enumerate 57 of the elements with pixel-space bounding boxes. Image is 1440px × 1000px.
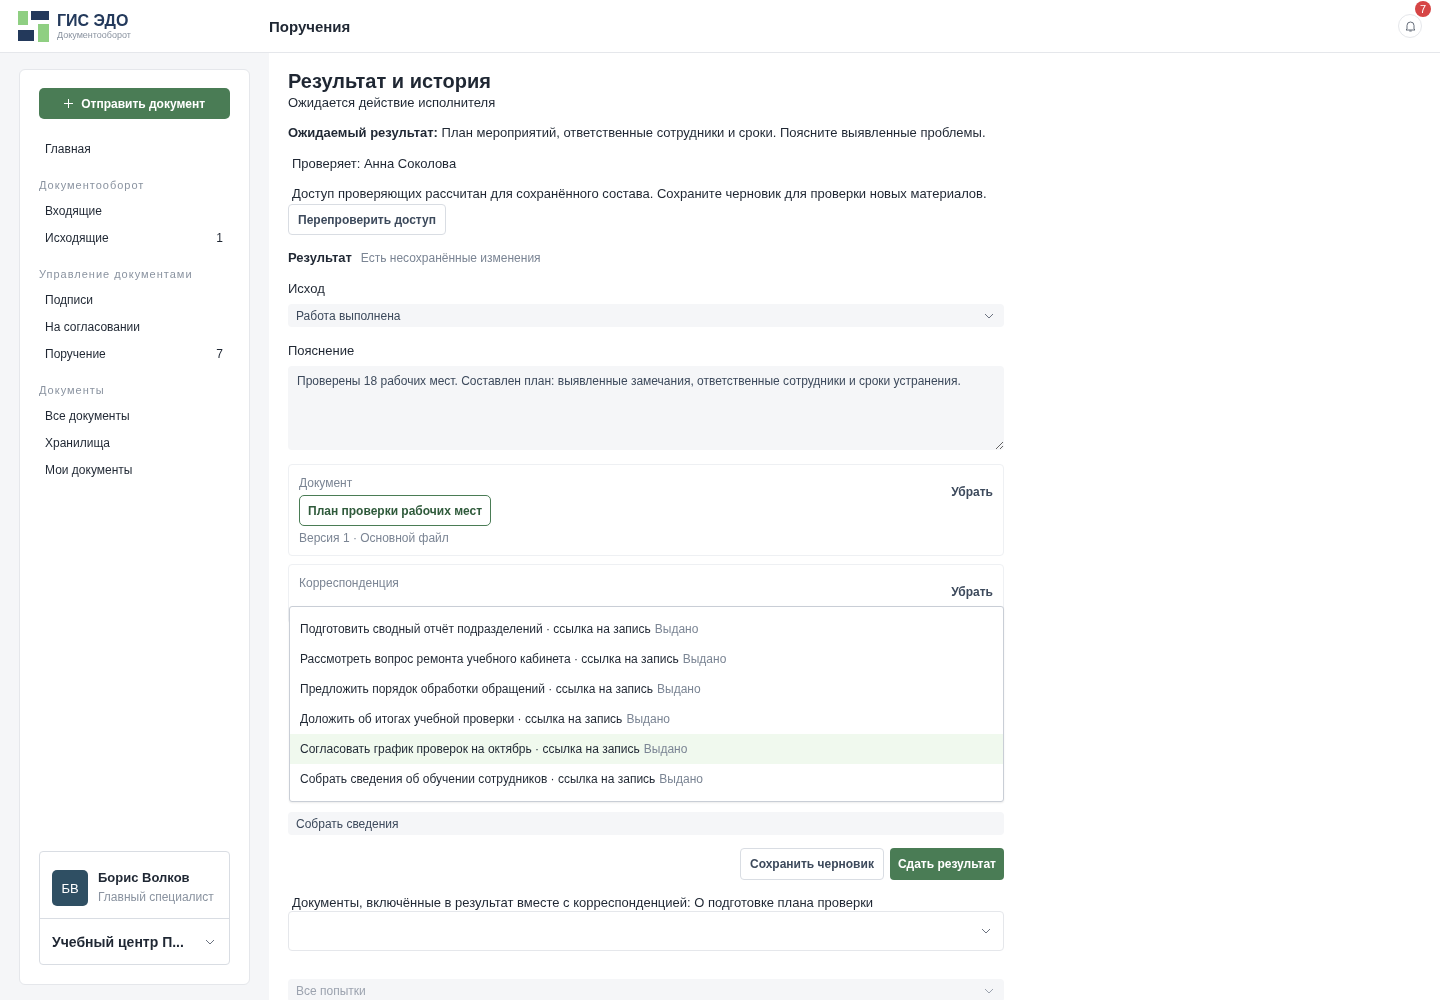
plus-icon [63, 98, 73, 108]
included-documents-label: Документы, включённые в результат вместе с корреспонденцией: О подготовке плана проверки [291, 895, 874, 910]
submit-result-button[interactable]: Сдать результат [889, 848, 1004, 880]
suggestion-item[interactable]: Подготовить сводный отчёт подразделений · ссылка на запись Выдано [290, 614, 1003, 644]
nav-item[interactable]: Подписи [39, 287, 230, 314]
outcome-select[interactable]: Работа выполнена [288, 304, 1004, 327]
nav-section-title: Документы [39, 383, 106, 398]
expected-result-text: Ожидаемый результат: План мероприятий, ответственные сотрудники и сроки. Поясните выявленные проблемы. [288, 125, 986, 140]
outcome-label: Исход [288, 281, 325, 296]
chevron-down-icon [981, 928, 991, 934]
suggestion-item[interactable]: Собрать сведения об обучении сотрудников · ссылка на запись Выдано [290, 764, 1003, 794]
notification-badge: 7 [1415, 1, 1431, 17]
attachment-label: Документ [299, 476, 353, 490]
nav-item[interactable]: Мои документы [39, 457, 230, 484]
search-field[interactable]: Собрать сведения [288, 812, 1004, 835]
nav-section-title: Документооборот [39, 178, 146, 193]
reviewer-text: Проверяет: Анна Соколова [291, 156, 457, 171]
suggestion-item[interactable]: Согласовать график проверок на октябрь · ссылка на запись Выдано [290, 734, 1003, 764]
attachment-label: Корреспонденция [299, 576, 399, 590]
organization-selector[interactable]: Учебный центр П... [40, 919, 229, 964]
explanation-field[interactable]: Проверены 18 рабочих мест. Составлен план: выявленные замечания, ответственные сотрудники и сроки устранения. [288, 366, 1004, 450]
suggestion-item[interactable]: Рассмотреть вопрос ремонта учебного кабинета · ссылка на запись Выдано [290, 644, 1003, 674]
chevron-down-icon [205, 939, 215, 945]
document-chip[interactable]: План проверки рабочих мест [299, 495, 492, 526]
nav-item[interactable]: Поручение 7 [39, 341, 230, 368]
app-subtitle: Документооборот [57, 30, 131, 40]
nav-item[interactable]: Хранилища [39, 430, 230, 457]
nav-item[interactable]: Все документы [39, 403, 230, 430]
chevron-down-icon [984, 312, 994, 319]
user-avatar: БВ [52, 870, 88, 906]
save-draft-button[interactable]: Сохранить черновик [740, 848, 884, 880]
access-note: Доступ проверяющих рассчитан для сохранённого состава. Сохраните черновик для проверки новых материалов. [291, 186, 987, 201]
nav-item[interactable]: На согласовании [39, 314, 230, 341]
nav-section-title: Управление документами [39, 267, 194, 282]
status-text: Ожидается действие исполнителя [288, 95, 496, 110]
send-document-button[interactable]: Отправить документ [39, 88, 230, 119]
suggestion-item[interactable]: Доложить об итогах учебной проверки · ссылка на запись Выдано [290, 704, 1003, 734]
suggestion-item[interactable]: Предложить порядок обработки обращений · ссылка на запись Выдано [290, 674, 1003, 704]
user-role: Главный специалист [98, 890, 214, 904]
explanation-label: Пояснение [288, 343, 355, 358]
bell-icon [1404, 20, 1416, 32]
attachment-meta: Версия 1 · Основной файл [299, 531, 449, 545]
remove-link[interactable]: Убрать [951, 485, 993, 499]
nav-item[interactable]: Входящие [39, 198, 230, 225]
nav-item[interactable]: Исходящие 1 [39, 225, 230, 252]
app-title: ГИС ЭДО [57, 12, 130, 30]
user-name: Борис Волков [98, 870, 191, 885]
remove-link[interactable]: Убрать [951, 585, 993, 599]
logo-icon [18, 10, 49, 42]
nav-item[interactable]: Главная [39, 136, 230, 163]
recheck-access-button[interactable]: Перепроверить доступ [288, 204, 446, 235]
chevron-down-icon [984, 987, 994, 994]
section-title: Результат и история [288, 69, 491, 93]
notifications-button[interactable] [1398, 14, 1422, 38]
result-heading: Результат [288, 250, 352, 265]
unsaved-note: Есть несохранённые изменения [360, 251, 541, 265]
page-title: Поручения [269, 17, 351, 35]
